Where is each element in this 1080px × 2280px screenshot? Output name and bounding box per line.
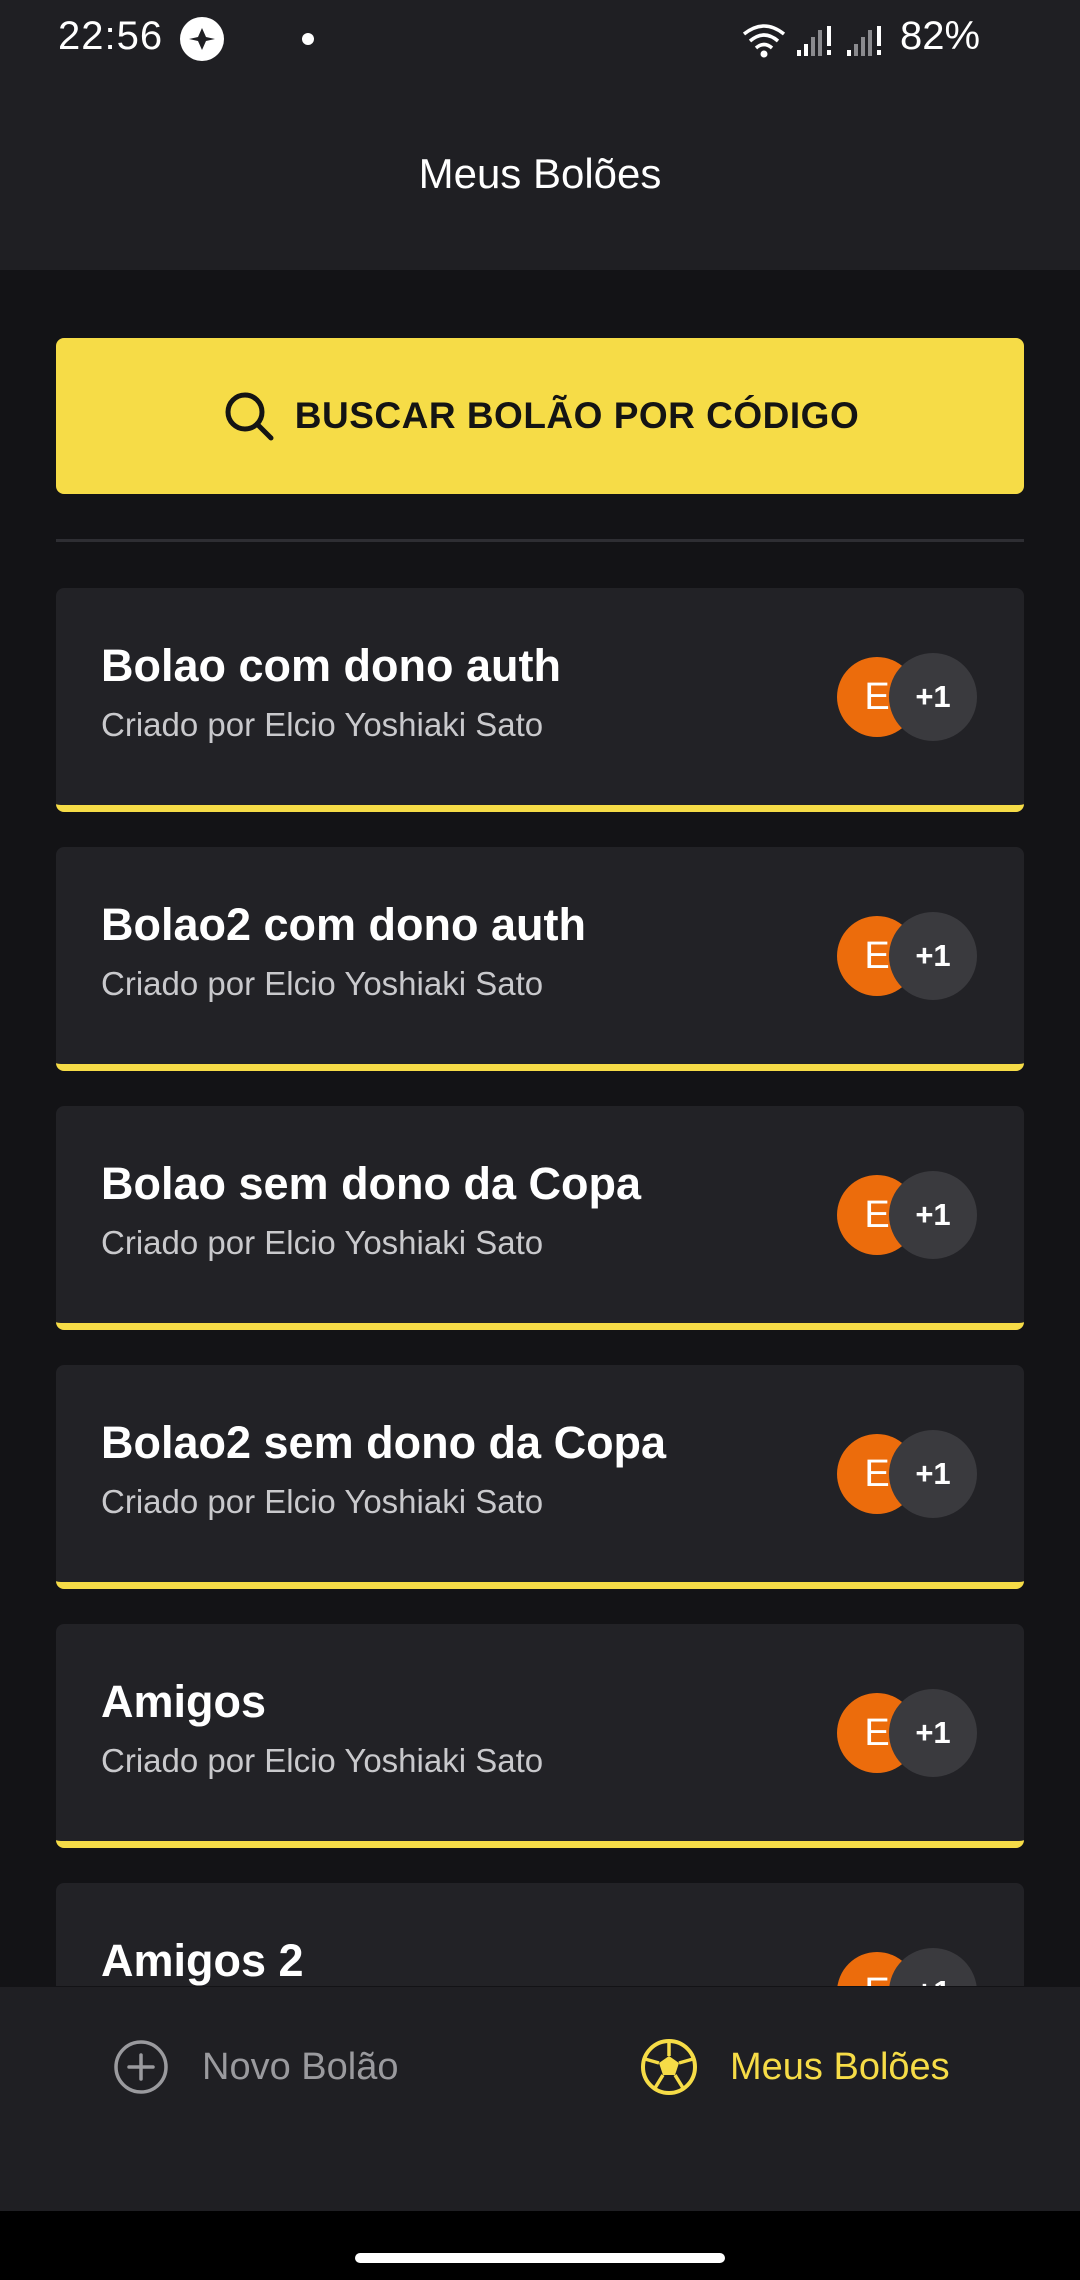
pool-name: Bolao sem dono da Copa [101,1158,642,1209]
pool-creator: Criado por Elcio Yoshiaki Sato [101,965,544,1002]
status-bar: 22:56 82% [0,0,1080,80]
more-members-badge: +1 [889,912,977,1000]
pool-name: Bolao2 sem dono da Copa [101,1417,667,1468]
more-members-badge: +1 [889,1948,977,1986]
search-by-code-button[interactable]: BUSCAR BOLÃO POR CÓDIGO [56,338,1024,494]
screen: 22:56 82% Meus Bolões BUSCAR BOLÃO POR C… [0,0,1080,2280]
pool-card[interactable]: Bolao sem dono da Copa Criado por Elcio … [56,1106,1024,1330]
signal-roaming-icon [845,20,889,65]
pool-list[interactable]: Bolao com dono auth Criado por Elcio Yos… [56,588,1024,1986]
nav-new-pool-label: Novo Bolão [202,2045,399,2088]
soccer-ball-icon [641,2039,697,2095]
nav-new-pool[interactable]: Novo Bolão [110,2017,398,2117]
pool-card[interactable]: Bolao com dono auth Criado por Elcio Yos… [56,588,1024,812]
battery-level: 82% [900,14,981,58]
nav-my-pools[interactable]: Meus Bolões [638,2017,950,2117]
top-bar: 22:56 82% Meus Bolões [0,0,1080,270]
more-members-badge: +1 [889,1430,977,1518]
pool-name: Amigos [101,1676,267,1727]
bottom-nav: Novo Bolão Meus Bolões [0,1987,1080,2211]
nav-my-pools-label: Meus Bolões [730,2045,950,2088]
pool-card[interactable]: Amigos 2 E +1 [56,1883,1024,1986]
pool-creator: Criado por Elcio Yoshiaki Sato [101,1483,544,1520]
pool-card[interactable]: Bolao2 sem dono da Copa Criado por Elcio… [56,1365,1024,1589]
wifi-icon [740,20,788,65]
notification-dot-icon [302,33,314,45]
more-members-badge: +1 [889,653,977,741]
notification-app-icon [180,17,224,61]
home-indicator[interactable] [355,2253,725,2263]
gesture-bar [0,2211,1080,2280]
pool-name: Bolao2 com dono auth [101,899,587,950]
pool-name: Bolao com dono auth [101,640,561,691]
add-circle-icon [114,2040,168,2094]
pool-creator: Criado por Elcio Yoshiaki Sato [101,706,544,743]
status-time: 22:56 [58,14,164,58]
pool-creator: Criado por Elcio Yoshiaki Sato [101,1742,544,1779]
signal-icon [795,20,839,65]
pool-card[interactable]: Amigos Criado por Elcio Yoshiaki Sato E … [56,1624,1024,1848]
pool-card[interactable]: Bolao2 com dono auth Criado por Elcio Yo… [56,847,1024,1071]
more-members-badge: +1 [889,1689,977,1777]
search-button-label: BUSCAR BOLÃO POR CÓDIGO [294,395,860,436]
divider [56,539,1024,542]
pool-name: Amigos 2 [101,1935,304,1986]
more-members-badge: +1 [889,1171,977,1259]
page-title: Meus Bolões [418,150,662,197]
search-icon [225,392,274,441]
pool-creator: Criado por Elcio Yoshiaki Sato [101,1224,544,1261]
